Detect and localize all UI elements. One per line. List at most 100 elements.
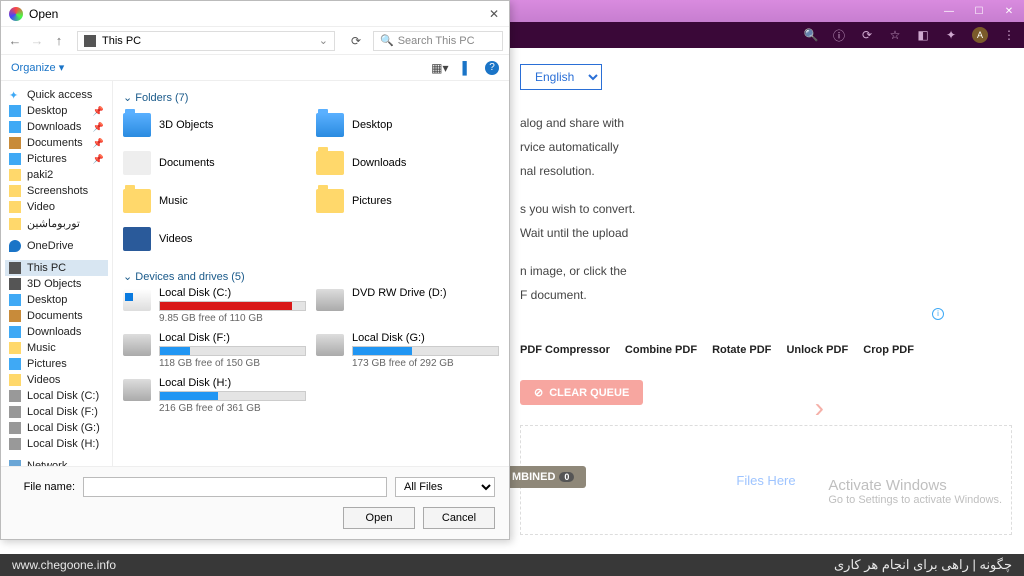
sidebar-item[interactable]: 3D Objects (5, 276, 108, 292)
view-button[interactable]: ▦▾ (431, 61, 448, 75)
tool-combine[interactable]: Combine PDF (625, 344, 697, 356)
dialog-nav: ← → ↑ This PC ⌄ ⟳ 🔍 Search This PC (1, 27, 509, 55)
sidebar-network[interactable]: Network (5, 458, 108, 466)
drive-item[interactable]: Local Disk (F:)118 GB free of 150 GB (123, 332, 306, 369)
folder-item[interactable]: Downloads (316, 146, 499, 180)
drives-heading[interactable]: Devices and drives (5) (123, 266, 499, 287)
sidebar-item[interactable]: Pictures (5, 356, 108, 372)
folders-heading[interactable]: Folders (7) (123, 87, 499, 108)
folder-icon (9, 342, 21, 354)
help-button[interactable]: ? (485, 61, 499, 75)
sidebar-this-pc[interactable]: This PC (5, 260, 108, 276)
sidebar-onedrive[interactable]: OneDrive (5, 238, 108, 254)
search-icon: 🔍 (380, 34, 394, 47)
reload-icon[interactable]: ⟳ (860, 28, 874, 42)
search-input[interactable]: 🔍 Search This PC (373, 31, 503, 51)
page-text: nal resolution. (520, 162, 1012, 180)
folder-icon (9, 438, 21, 450)
drive-icon (316, 334, 344, 356)
pin-icon: 📌 (93, 138, 104, 149)
folder-item[interactable]: Pictures (316, 184, 499, 218)
folder-icon (123, 227, 151, 251)
sidebar-item[interactable]: Music (5, 340, 108, 356)
drive-item[interactable]: DVD RW Drive (D:) (316, 287, 499, 324)
menu-icon[interactable]: ⋮ (1002, 28, 1016, 42)
filetype-select[interactable]: All Files (395, 477, 495, 497)
folder-item[interactable]: Desktop (316, 108, 499, 142)
sidebar-item[interactable]: Screenshots (5, 183, 108, 199)
folder-icon (316, 113, 344, 137)
tool-rotate[interactable]: Rotate PDF (712, 344, 771, 356)
sidebar-item[interactable]: Local Disk (F:) (5, 404, 108, 420)
sidebar-item[interactable]: Videos (5, 372, 108, 388)
sidebar-item[interactable]: paki2 (5, 167, 108, 183)
app-icon (9, 7, 23, 21)
sidebar-item[interactable]: Downloads📌 (5, 119, 108, 135)
sidebar-item[interactable]: Video (5, 199, 108, 215)
next-arrow-icon[interactable]: › (815, 392, 824, 424)
preview-button[interactable]: ▌ (462, 61, 471, 75)
max-button[interactable]: ☐ (964, 0, 994, 22)
folder-icon (9, 374, 21, 386)
min-button[interactable]: — (934, 0, 964, 22)
sidebar-quick-access[interactable]: ✦Quick access (5, 87, 108, 103)
folder-icon (9, 105, 21, 117)
tool-crop[interactable]: Crop PDF (863, 344, 914, 356)
sidebar-item[interactable]: Pictures📌 (5, 151, 108, 167)
dialog-toolbar: Organize ▾ ▦▾ ▌ ? (1, 55, 509, 81)
folder-icon (9, 169, 21, 181)
combined-button[interactable]: MBINED0 (500, 466, 586, 488)
tool-compress[interactable]: PDF Compressor (520, 344, 610, 356)
folder-icon (9, 310, 21, 322)
drive-item[interactable]: Local Disk (C:)9.85 GB free of 110 GB (123, 287, 306, 324)
sidebar-item[interactable]: Local Disk (G:) (5, 420, 108, 436)
folder-item[interactable]: Documents (123, 146, 306, 180)
close-button[interactable]: ✕ (994, 0, 1024, 22)
folder-item[interactable]: 3D Objects (123, 108, 306, 142)
folder-item[interactable]: Videos (123, 222, 306, 256)
dialog-close-button[interactable]: ✕ (487, 7, 501, 21)
folder-item[interactable]: Music (123, 184, 306, 218)
folder-icon (9, 218, 21, 230)
organize-menu[interactable]: Organize ▾ (11, 61, 64, 74)
avatar[interactable]: A (972, 27, 988, 43)
pc-icon (84, 35, 96, 47)
page-text: n image, or click the (520, 262, 1012, 280)
drive-item[interactable]: Local Disk (H:)216 GB free of 361 GB (123, 377, 306, 414)
zoom-icon[interactable]: 🔍 (804, 28, 818, 42)
language-select[interactable]: English (520, 64, 602, 90)
tool-unlock[interactable]: Unlock PDF (786, 344, 848, 356)
back-button[interactable]: ← (7, 33, 23, 48)
sidebar-item[interactable]: Local Disk (C:) (5, 388, 108, 404)
ext2-icon[interactable]: ✦ (944, 28, 958, 42)
sidebar-item[interactable]: Documents (5, 308, 108, 324)
folder-icon (9, 278, 21, 290)
sidebar-item[interactable]: Documents📌 (5, 135, 108, 151)
open-button[interactable]: Open (343, 507, 415, 529)
sidebar-item[interactable]: Local Disk (H:) (5, 436, 108, 452)
folder-icon (9, 185, 21, 197)
ad-info-icon[interactable]: i (932, 308, 944, 320)
drive-icon (316, 289, 344, 311)
cancel-button[interactable]: Cancel (423, 507, 495, 529)
drive-icon (123, 379, 151, 401)
forward-button[interactable]: → (29, 33, 45, 48)
folder-icon (316, 151, 344, 175)
refresh-button[interactable]: ⟳ (345, 34, 367, 48)
path-breadcrumb[interactable]: This PC ⌄ (77, 31, 335, 51)
sidebar-item[interactable]: Downloads (5, 324, 108, 340)
dialog-main: Folders (7) 3D Objects Desktop Documents Do… (113, 81, 509, 466)
clear-queue-button[interactable]: ⊘CLEAR QUEUE (520, 380, 643, 405)
sidebar-item[interactable]: Desktop📌 (5, 103, 108, 119)
pdf-tool-links: PDF Compressor Combine PDF Rotate PDF Un… (520, 344, 1012, 356)
filename-input[interactable] (83, 477, 387, 497)
sidebar-item[interactable]: توربوماشین (5, 215, 108, 232)
star-icon: ✦ (9, 89, 21, 101)
bookmark-icon[interactable]: ☆ (888, 28, 902, 42)
up-button[interactable]: ↑ (51, 33, 67, 48)
ext1-icon[interactable]: ◧ (916, 28, 930, 42)
sidebar-item[interactable]: Desktop (5, 292, 108, 308)
drive-item[interactable]: Local Disk (G:)173 GB free of 292 GB (316, 332, 499, 369)
info-icon[interactable]: ⓘ (832, 28, 846, 42)
folder-icon (9, 121, 21, 133)
